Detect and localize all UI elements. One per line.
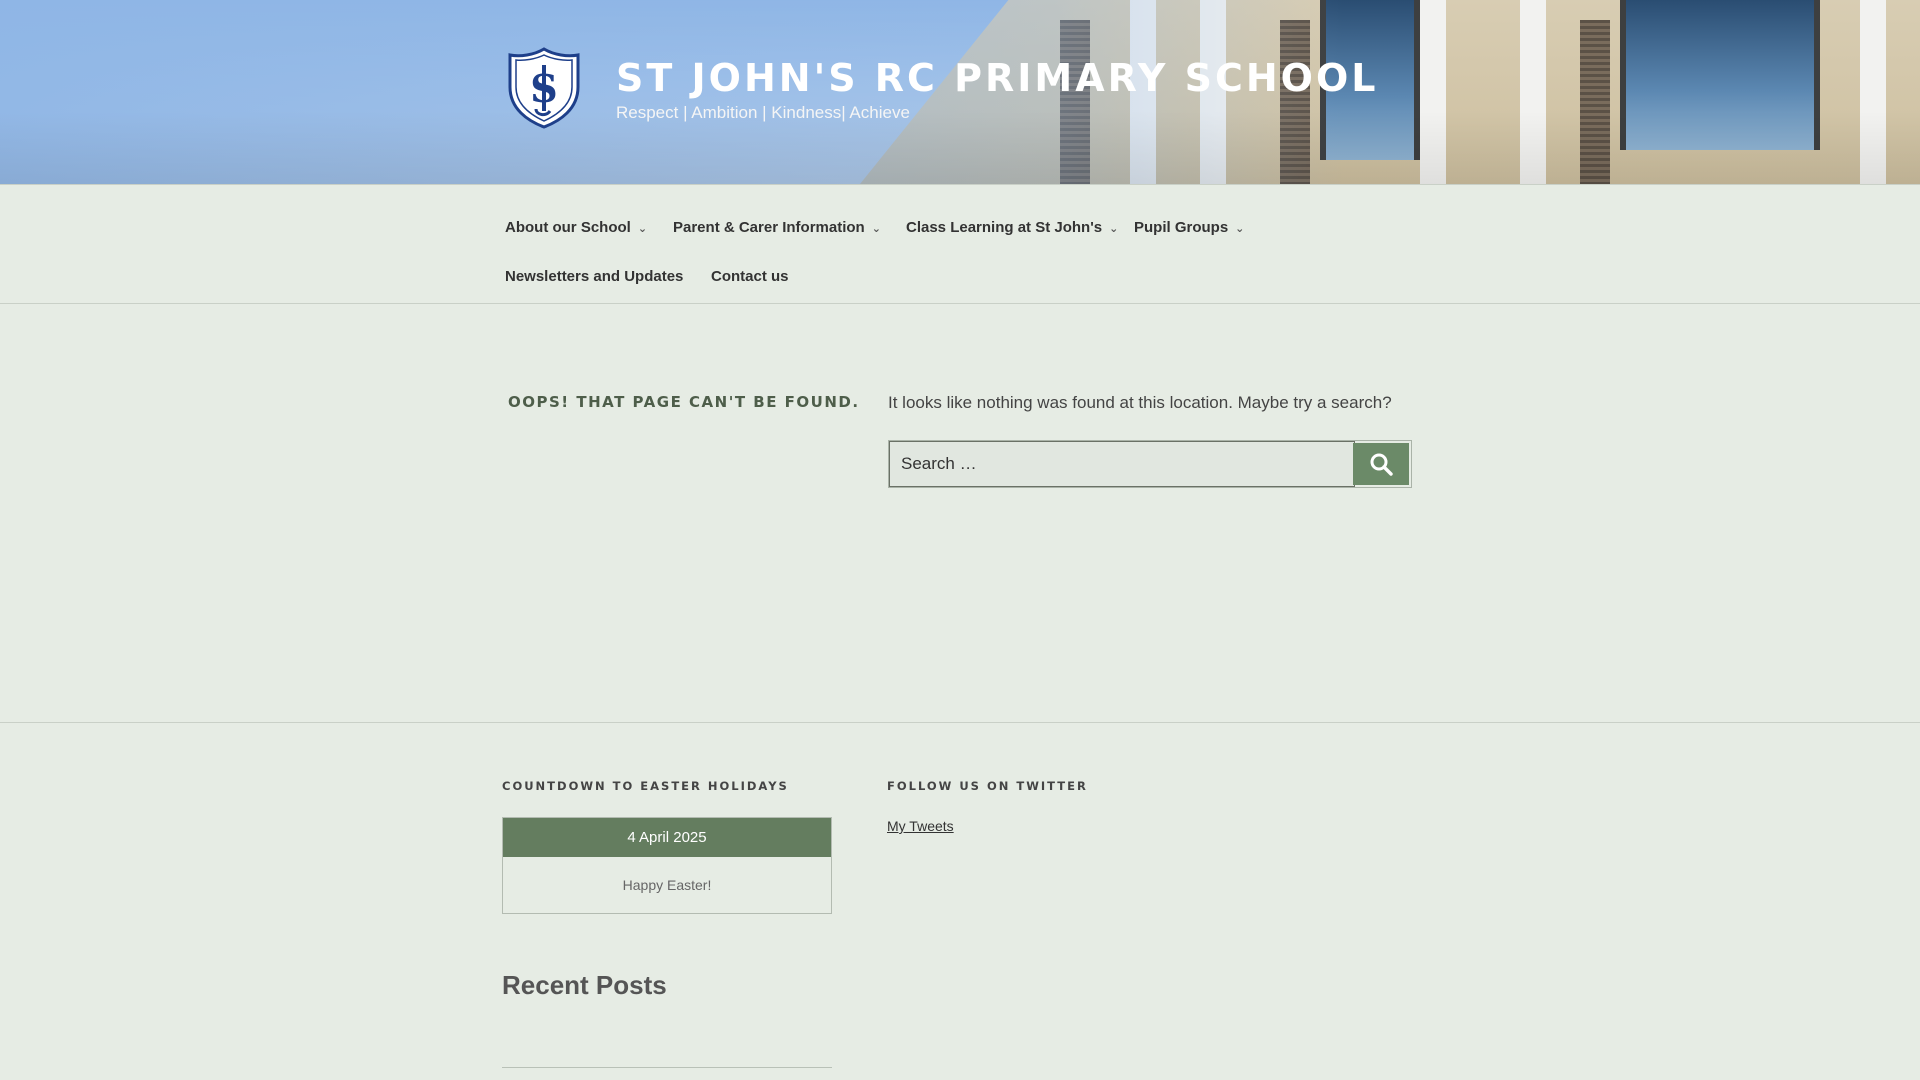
search-button[interactable] (1353, 443, 1409, 485)
chevron-down-icon: ⌄ (871, 223, 881, 235)
nav-item-contact-us[interactable]: Contact us (711, 268, 789, 285)
my-tweets-link[interactable]: My Tweets (887, 818, 954, 834)
search-form (888, 440, 1412, 488)
nav-item-label: About our School (505, 219, 631, 236)
search-icon (1370, 453, 1393, 476)
nav-item-about-our-school[interactable]: About our School ⌄ (505, 219, 647, 236)
footer-divider (0, 722, 1920, 723)
nav-item-parent-carer-information[interactable]: Parent & Carer Information ⌄ (673, 219, 881, 236)
error-message: It looks like nothing was found at this … (888, 393, 1392, 412)
site-tagline: Respect | Ambition | Kindness| Achieve (616, 103, 910, 122)
widget-title-twitter: FOLLOW US ON TWITTER (887, 779, 1088, 793)
nav-item-label: Newsletters and Updates (505, 268, 684, 285)
recent-posts-title: Recent Posts (502, 970, 667, 1000)
chevron-down-icon: ⌄ (637, 223, 648, 235)
countdown-date: 4 April 2025 (503, 818, 831, 857)
nav-item-class-learning[interactable]: Class Learning at St John's ⌄ (906, 219, 1118, 236)
page-title: OOPS! THAT PAGE CAN'T BE FOUND. (508, 393, 860, 411)
site-title[interactable]: ST JOHN'S RC PRIMARY SCHOOL (616, 56, 1378, 100)
nav-item-label: Parent & Carer Information (673, 219, 865, 236)
chevron-down-icon: ⌄ (1235, 223, 1245, 235)
search-input[interactable] (889, 441, 1355, 487)
nav-item-newsletters-and-updates[interactable]: Newsletters and Updates (505, 268, 683, 285)
widget-title-countdown: COUNTDOWN TO EASTER HOLIDAYS (502, 779, 789, 793)
site-header: S ST JOHN'S RC PRIMARY SCHOOL Respect | … (0, 0, 1920, 184)
countdown-message: Happy Easter! (622, 877, 712, 893)
recent-posts-divider (502, 1067, 832, 1068)
chevron-down-icon: ⌄ (1109, 223, 1119, 235)
nav-item-label: Class Learning at St John's (906, 219, 1103, 236)
main-navigation: About our School ⌄ Parent & Carer Inform… (0, 184, 1920, 304)
nav-item-label: Contact us (711, 268, 789, 285)
countdown-box: 4 April 2025 Happy Easter! (502, 817, 832, 914)
school-crest-icon[interactable]: S (506, 47, 582, 129)
nav-item-label: Pupil Groups (1134, 219, 1229, 236)
nav-item-pupil-groups[interactable]: Pupil Groups ⌄ (1134, 219, 1244, 236)
